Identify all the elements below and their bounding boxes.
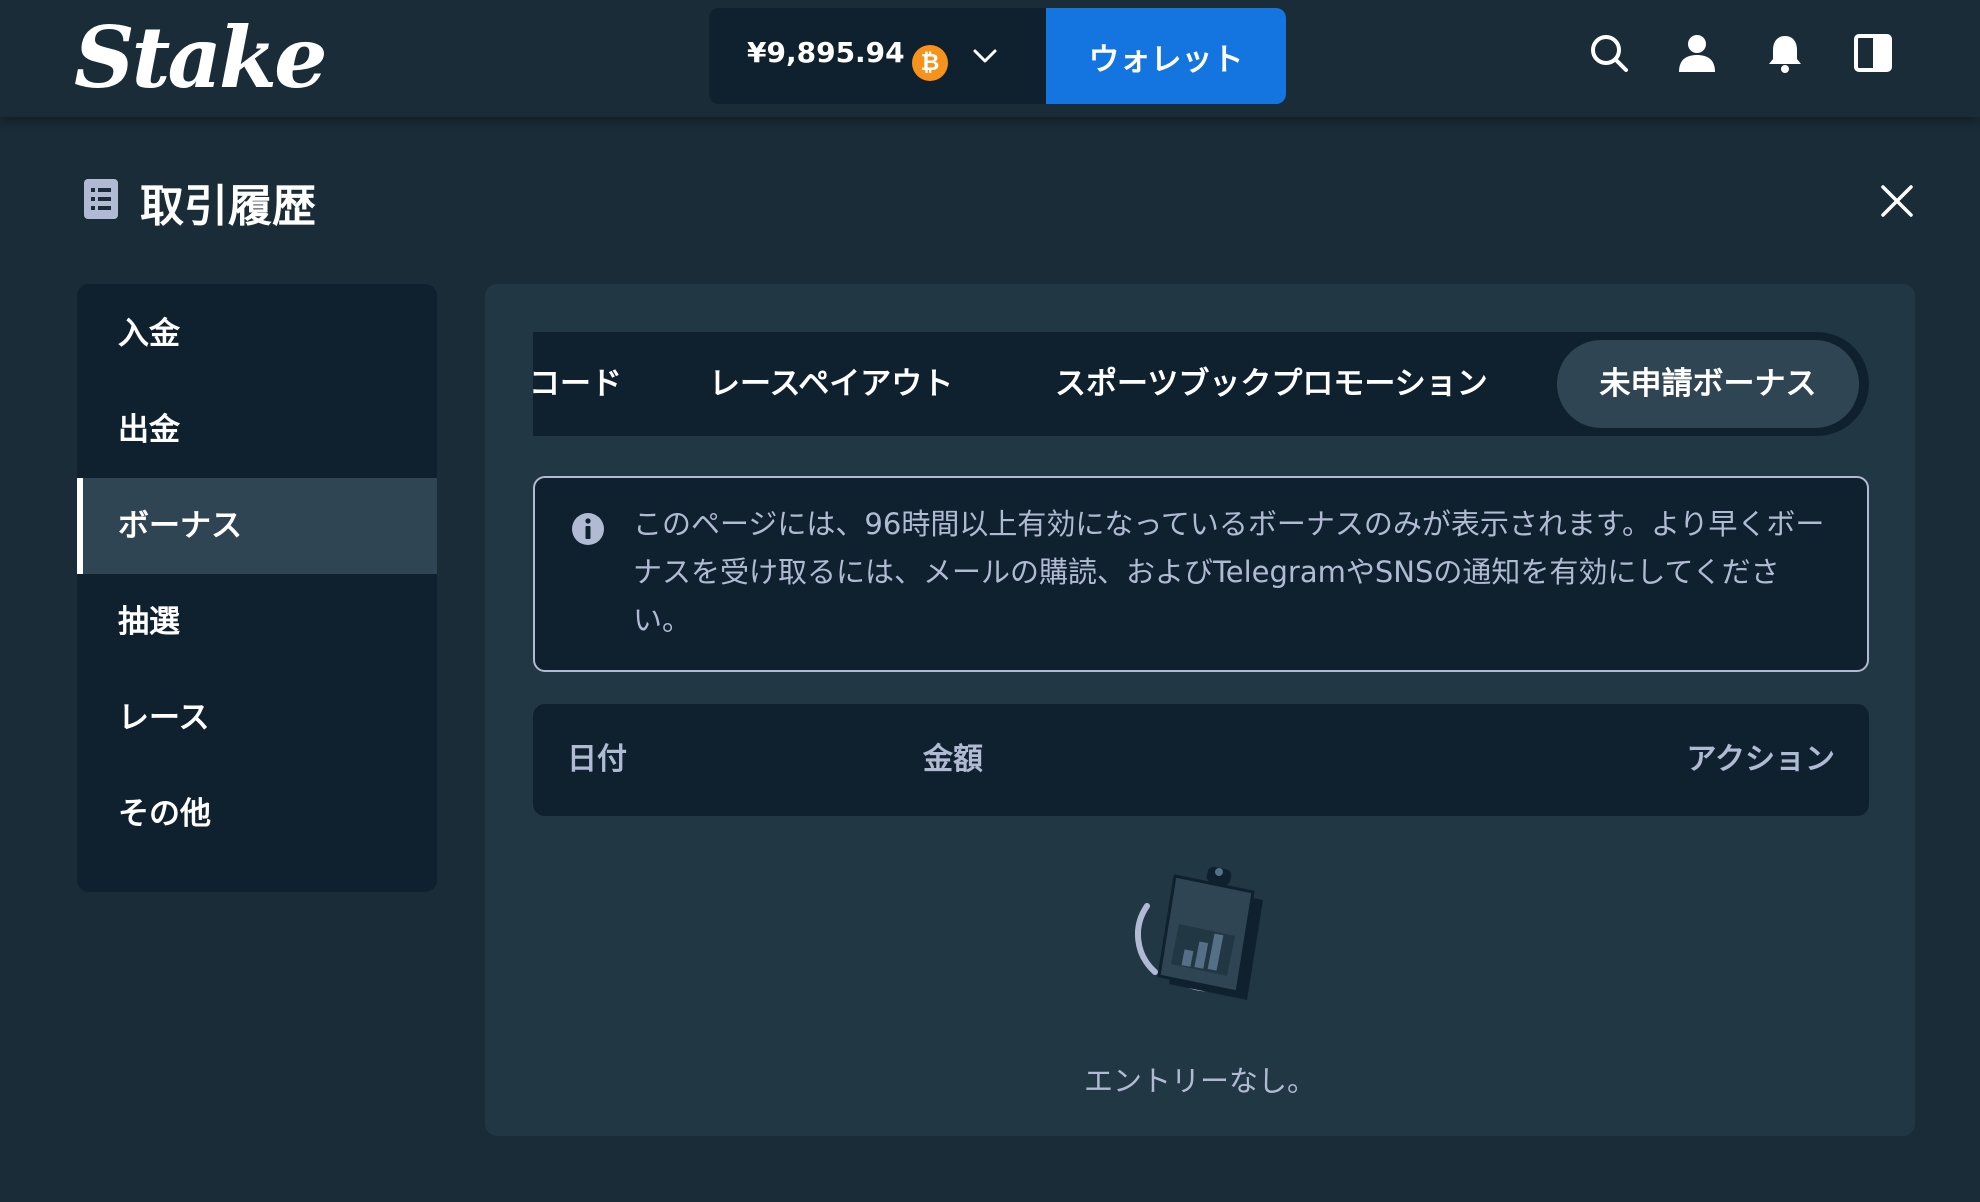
bonus-tabs: コード レースペイアウト スポーツブックプロモーション 未申請ボーナス bbox=[533, 332, 1869, 436]
table-header: 日付 金額 アクション bbox=[533, 704, 1869, 816]
empty-state-text: エントリーなし。 bbox=[1083, 1064, 1316, 1098]
column-header-amount: 金額 bbox=[923, 742, 983, 777]
sidebar-item-lottery[interactable]: 抽選 bbox=[77, 574, 437, 670]
list-icon bbox=[84, 179, 118, 219]
clipboard-chart-icon bbox=[1134, 866, 1263, 1000]
sidebar-item-other[interactable]: その他 bbox=[77, 766, 437, 862]
sidebar-item-withdrawal[interactable]: 出金 bbox=[77, 382, 437, 478]
tab-sportsbook-promotion[interactable]: スポーツブックプロモーション bbox=[1055, 332, 1488, 436]
bonus-panel: コード レースペイアウト スポーツブックプロモーション 未申請ボーナス このペー… bbox=[485, 284, 1915, 1136]
tab-race-payout[interactable]: レースペイアウト bbox=[709, 332, 953, 436]
sidebar-item-bonus[interactable]: ボーナス bbox=[77, 478, 437, 574]
top-navigation-bar: Stake ¥9,895.94 ₿ ウォレット bbox=[0, 0, 1980, 117]
wallet-button[interactable]: ウォレット bbox=[1046, 8, 1286, 104]
info-icon bbox=[572, 513, 604, 545]
tab-code[interactable]: コード bbox=[533, 332, 622, 436]
tab-unclaimed-bonus[interactable]: 未申請ボーナス bbox=[1557, 340, 1859, 428]
chevron-down-icon[interactable] bbox=[972, 45, 998, 67]
bell-icon[interactable] bbox=[1764, 32, 1806, 74]
info-notice: このページには、96時間以上有効になっているボーナスのみが表示されます。より早く… bbox=[533, 476, 1869, 672]
sidebar-item-deposit[interactable]: 入金 bbox=[77, 286, 437, 382]
sidebar-item-race[interactable]: レース bbox=[77, 670, 437, 766]
search-icon[interactable] bbox=[1588, 32, 1630, 74]
notice-text: このページには、96時間以上有効になっているボーナスのみが表示されます。より早く… bbox=[633, 507, 1825, 637]
column-header-action: アクション bbox=[1686, 742, 1836, 777]
column-header-date: 日付 bbox=[567, 742, 627, 777]
close-icon[interactable] bbox=[1878, 182, 1916, 220]
balance-selector[interactable]: ¥9,895.94 ₿ bbox=[709, 8, 1046, 104]
transactions-sidebar: 入金 出金 ボーナス 抽選 レース その他 bbox=[77, 284, 437, 892]
bitcoin-icon: ₿ bbox=[912, 45, 948, 81]
sidebar-toggle-icon[interactable] bbox=[1852, 32, 1894, 74]
page-title: 取引履歴 bbox=[140, 181, 316, 232]
stake-logo[interactable]: Stake bbox=[74, 8, 328, 107]
user-icon[interactable] bbox=[1676, 32, 1718, 74]
balance-amount: ¥9,895.94 bbox=[747, 36, 905, 69]
